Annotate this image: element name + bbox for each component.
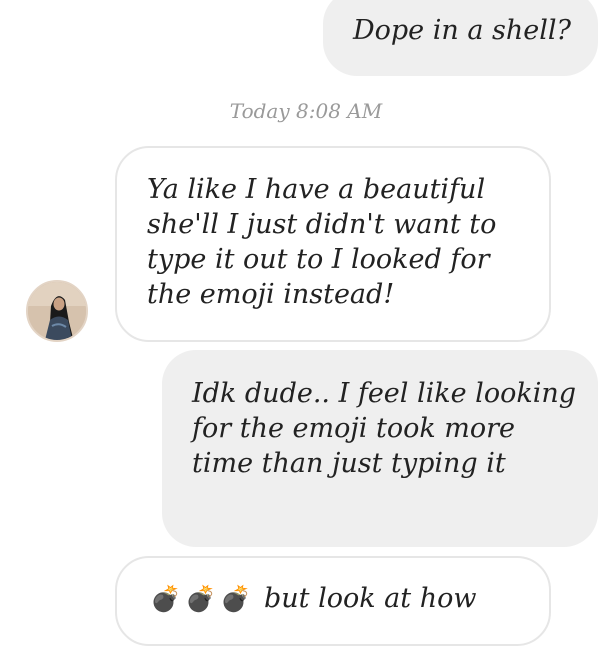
message-text: Idk dude.. I feel like looking for the e… <box>192 378 576 479</box>
message-timestamp: Today 8:08 AM <box>229 99 383 123</box>
received-message-bubble[interactable]: Ya like I have a beautiful she'll I just… <box>115 146 551 342</box>
avatar-photo-icon <box>28 282 86 340</box>
contact-avatar[interactable] <box>26 280 88 342</box>
received-message-bubble[interactable]: 💣💣💣 but look at how <box>115 556 551 646</box>
message-text: Ya like I have a beautiful she'll I just… <box>147 174 497 310</box>
sent-message-bubble[interactable]: Idk dude.. I feel like looking for the e… <box>162 350 598 547</box>
message-text: but look at how <box>263 583 477 614</box>
bomb-emoji-icon: 💣💣💣 <box>150 584 256 613</box>
message-text: Dope in a shell? <box>353 15 572 46</box>
sent-message-bubble[interactable]: Dope in a shell? <box>323 0 598 76</box>
